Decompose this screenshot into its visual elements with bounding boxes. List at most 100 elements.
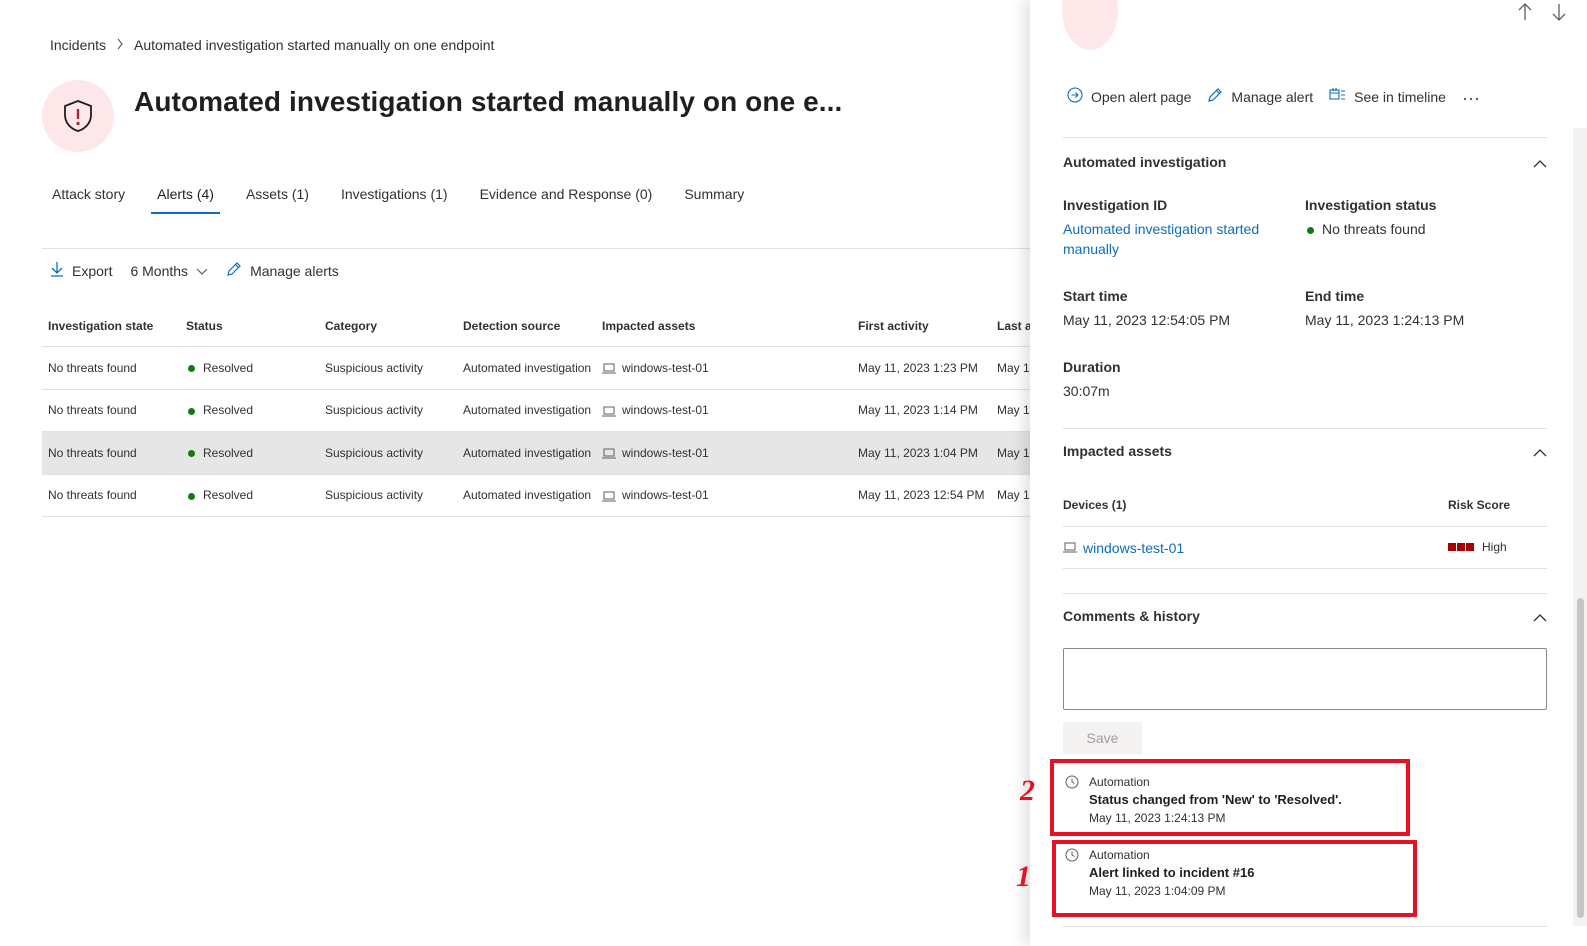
investigation-status-value: No threats found [1305,221,1426,237]
status-text: Resolved [203,360,254,375]
cell-impacted-assets[interactable]: windows-test-01 [596,488,852,502]
incident-shield-icon [42,80,114,152]
divider [42,248,1032,249]
tab-evidence-response[interactable]: Evidence and Response (0) [470,180,663,214]
panel-divider [1063,926,1547,927]
panel-divider [1063,428,1547,429]
table-row[interactable]: No threats found Resolved Suspicious activ… [42,475,1032,517]
cell-last-activity: May 1 [997,445,1030,460]
open-alert-page-button[interactable]: Open alert page [1067,87,1191,106]
tab-summary[interactable]: Summary [674,180,754,214]
save-button[interactable]: Save [1063,722,1142,754]
asset-name: windows-test-01 [622,403,709,418]
manage-alerts-button[interactable]: Manage alerts [226,261,339,280]
tab-assets[interactable]: Assets (1) [236,180,319,214]
chevron-up-icon[interactable] [1533,444,1547,462]
laptop-icon [602,448,616,459]
end-time-value: May 11, 2023 1:24:13 PM [1305,312,1465,328]
cell-impacted-assets[interactable]: windows-test-01 [596,446,852,460]
breadcrumb-incidents[interactable]: Incidents [50,37,106,53]
header-first-activity[interactable]: First activity [852,319,991,333]
alert-details-panel: Open alert page Manage alert See in time… [1016,0,1587,946]
table-row[interactable]: No threats found Resolved Suspicious activ… [42,347,1032,390]
scrollbar-thumb[interactable] [1577,598,1584,918]
investigation-id-label: Investigation ID [1063,197,1168,213]
cell-investigation-state: No threats found [48,488,137,503]
devices-header: Devices (1) [1063,498,1127,512]
cell-detection-source: Automated investigation [463,445,592,460]
header-status[interactable]: Status [180,319,319,333]
panel-divider [1063,593,1547,594]
chevron-up-icon[interactable] [1533,609,1547,627]
status-dot-icon [188,365,195,373]
investigation-status-text: No threats found [1322,221,1426,237]
device-link[interactable]: windows-test-01 [1063,538,1283,558]
timeline-icon [1329,87,1346,106]
tab-attack-story[interactable]: Attack story [42,180,135,214]
cell-category: Suspicious activity [325,445,424,460]
highlight-box [1050,759,1410,836]
risk-score-value: High [1482,540,1507,554]
panel-divider [1063,526,1547,527]
see-in-timeline-button[interactable]: See in timeline [1329,87,1446,106]
tab-investigations[interactable]: Investigations (1) [331,180,458,214]
chevron-down-icon [196,263,208,279]
tab-alerts[interactable]: Alerts (4) [147,180,224,214]
header-impacted-assets[interactable]: Impacted assets [596,319,852,333]
export-button[interactable]: Export [50,261,112,280]
panel-divider [1063,568,1547,569]
header-category[interactable]: Category [319,319,457,333]
asset-name: windows-test-01 [622,360,709,375]
investigation-status-label: Investigation status [1305,197,1437,213]
start-time-label: Start time [1063,288,1128,304]
cell-detection-source: Automated investigation [463,403,592,418]
arrow-down-icon[interactable] [1551,2,1567,27]
breadcrumb: Incidents Automated investigation starte… [50,37,494,53]
comments-history-title: Comments & history [1063,608,1200,624]
panel-scrollbar[interactable] [1573,128,1587,926]
alerts-table: Investigation state Status Category Dete… [42,306,1032,517]
chevron-up-icon[interactable] [1533,155,1547,173]
alerts-toolbar: Export 6 Months Manage alerts [50,261,357,280]
end-time-label: End time [1305,288,1365,304]
cell-investigation-state: No threats found [48,403,137,418]
comment-input[interactable] [1063,648,1547,710]
header-investigation-state[interactable]: Investigation state [42,319,180,333]
start-time-value: May 11, 2023 12:54:05 PM [1063,312,1231,328]
more-actions-button[interactable] [1462,89,1480,105]
status-dot-icon [188,450,195,458]
cell-detection-source: Automated investigation [463,488,592,503]
cell-status: Resolved [180,361,319,375]
alert-avatar [1062,0,1118,50]
cell-last-activity: May 1 [997,403,1030,418]
investigation-id-link[interactable]: Automated investigation started manually [1063,219,1283,259]
duration-value: 30:07m [1063,383,1110,399]
arrow-circle-right-icon [1067,87,1083,106]
asset-name: windows-test-01 [622,445,709,460]
time-range-dropdown[interactable]: 6 Months [130,263,208,279]
table-row[interactable]: No threats found Resolved Suspicious activ… [42,432,1032,475]
cell-impacted-assets[interactable]: windows-test-01 [596,361,852,375]
cell-first-activity: May 11, 2023 1:14 PM [858,403,978,418]
automated-investigation-title: Automated investigation [1063,154,1227,170]
cell-last-activity: May 1 [997,488,1030,503]
cell-investigation-state: No threats found [48,445,137,460]
header-detection-source[interactable]: Detection source [457,319,596,333]
panel-actions: Open alert page Manage alert See in time… [1067,87,1496,106]
header-last-activity[interactable]: Last a [991,319,1032,333]
more-icon [1462,89,1480,105]
chevron-right-icon [116,38,124,53]
cell-impacted-assets[interactable]: windows-test-01 [596,403,852,417]
arrow-up-icon[interactable] [1517,2,1533,27]
manage-alert-label: Manage alert [1231,88,1314,105]
laptop-icon [602,491,616,502]
status-dot-icon [188,492,195,500]
cell-category: Suspicious activity [325,403,424,418]
status-text: Resolved [203,488,254,503]
table-row[interactable]: No threats found Resolved Suspicious activ… [42,390,1032,432]
highlight-number: 2 [1020,774,1035,807]
manage-alert-button[interactable]: Manage alert [1207,87,1313,106]
asset-name: windows-test-01 [622,488,709,503]
cell-detection-source: Automated investigation [463,360,592,375]
status-dot-icon [188,407,195,415]
